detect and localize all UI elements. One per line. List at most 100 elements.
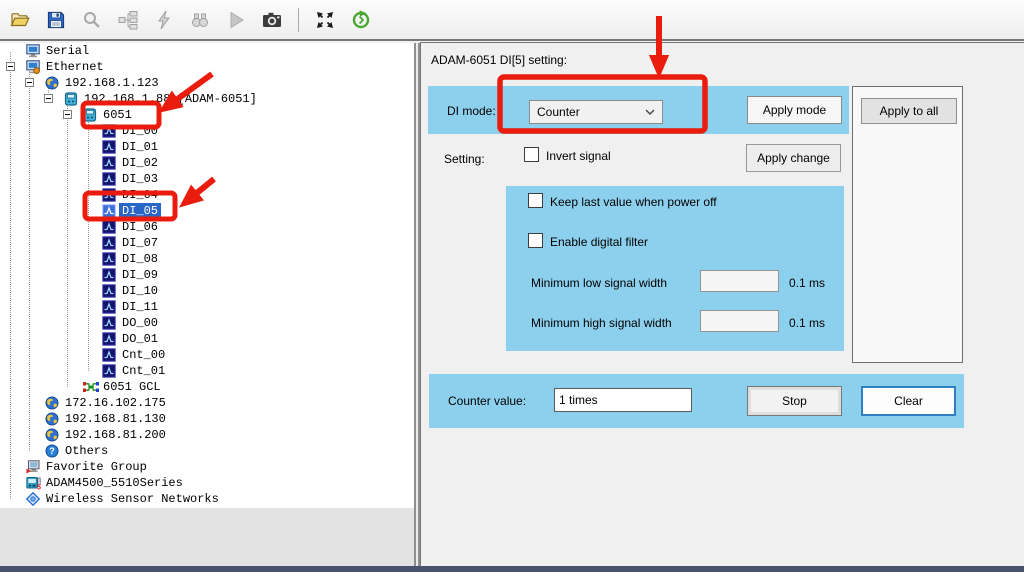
min-low-width-input[interactable]	[700, 270, 779, 292]
tree-item-di-00[interactable]: DI_00	[0, 123, 414, 139]
setting-label: Setting:	[444, 152, 485, 166]
signal-icon	[102, 268, 118, 282]
tree-item-label: DI_07	[119, 235, 161, 251]
apply-change-button[interactable]: Apply change	[746, 144, 841, 172]
tree-item-172-16-102-175[interactable]: 172.16.102.175	[0, 395, 414, 411]
apply-mode-button[interactable]: Apply mode	[747, 96, 842, 124]
tree-item-di-02[interactable]: DI_02	[0, 155, 414, 171]
tree-item-di-05[interactable]: DI_05	[0, 203, 414, 219]
tree-item-favorite-group[interactable]: Favorite Group	[0, 459, 414, 475]
tree-item-label: Cnt_01	[119, 363, 168, 379]
tree-item-label: 6051 GCL	[100, 379, 164, 395]
tree-item-label: DO_00	[119, 315, 161, 331]
tree-item-di-11[interactable]: DI_11	[0, 299, 414, 315]
di-mode-dropdown[interactable]: Counter	[529, 100, 663, 124]
tree-item-cnt-00[interactable]: Cnt_00	[0, 347, 414, 363]
tree-item-others[interactable]: ? Others	[0, 443, 414, 459]
tree-item-label: DI_11	[119, 299, 161, 315]
tree-item-label: 192.168.1.88-[ADAM-6051]	[81, 91, 260, 107]
tree-item-label: DI_09	[119, 267, 161, 283]
tree-item-di-04[interactable]: DI_04	[0, 187, 414, 203]
tree-item-label: 6051	[100, 107, 135, 123]
tree-item-6051-gcl[interactable]: 6051 GCL	[0, 379, 414, 395]
adam-utility-window: SerialEthernet192.168.1.123192.168.1.88-…	[0, 0, 1024, 572]
counter-value-label: Counter value:	[448, 394, 526, 408]
tree-item-label: DI_06	[119, 219, 161, 235]
snapshot-icon[interactable]	[261, 9, 283, 31]
tree-expander-minus-icon[interactable]	[25, 78, 34, 87]
tree-item-adam4500-5510series[interactable]: 5ADAM4500_5510Series	[0, 475, 414, 491]
settings-panel: ADAM-6051 DI[5] setting: DI mode: Counte…	[420, 42, 1024, 567]
tree-item-label: 192.168.1.123	[62, 75, 162, 91]
save-icon[interactable]	[45, 9, 67, 31]
tree-item-wireless-sensor-networks[interactable]: Wireless Sensor Networks	[0, 491, 414, 507]
svg-text:5: 5	[37, 485, 41, 490]
tree-item-di-07[interactable]: DI_07	[0, 235, 414, 251]
panel-title: ADAM-6051 DI[5] setting:	[431, 53, 567, 67]
tree-item-label: Ethernet	[43, 59, 107, 75]
device-tree-panel: SerialEthernet192.168.1.123192.168.1.88-…	[0, 43, 414, 566]
clear-button[interactable]: Clear	[861, 386, 956, 416]
tree-item-cnt-01[interactable]: Cnt_01	[0, 363, 414, 379]
tree-item-label: Others	[62, 443, 111, 459]
tree-item-label: Favorite Group	[43, 459, 150, 475]
tree-item-label: 172.16.102.175	[62, 395, 169, 411]
tree-item-192-168-81-200[interactable]: 192.168.81.200	[0, 427, 414, 443]
tree-item-label: DI_04	[119, 187, 161, 203]
globe-icon	[45, 396, 61, 410]
tree-item-label: Cnt_00	[119, 347, 168, 363]
di-mode-label: DI mode:	[447, 104, 496, 118]
tree-item-di-03[interactable]: DI_03	[0, 171, 414, 187]
tree-item-label: 192.168.81.200	[62, 427, 169, 443]
refresh-icon[interactable]	[350, 9, 372, 31]
keep-last-value-checkbox[interactable]	[528, 193, 543, 208]
tree-item-di-01[interactable]: DI_01	[0, 139, 414, 155]
ethernet-icon	[26, 60, 42, 74]
tree-expander-minus-icon[interactable]	[6, 62, 15, 71]
tree-item-di-08[interactable]: DI_08	[0, 251, 414, 267]
tree-item-192-168-1-123[interactable]: 192.168.1.123	[0, 75, 414, 91]
tree-item-serial[interactable]: Serial	[0, 43, 414, 59]
fullscreen-icon[interactable]	[314, 9, 336, 31]
tree-item-192-168-1-88-adam-6051-[interactable]: 192.168.1.88-[ADAM-6051]	[0, 91, 414, 107]
stop-button[interactable]: Stop	[747, 386, 842, 416]
enable-digital-filter-label: Enable digital filter	[550, 235, 648, 249]
module-icon	[83, 108, 99, 122]
tree-item-6051[interactable]: 6051	[0, 107, 414, 123]
open-icon[interactable]	[9, 9, 31, 31]
counter-value-input[interactable]	[554, 388, 692, 412]
signal-icon	[102, 252, 118, 266]
module-icon	[64, 92, 80, 106]
signal-icon	[102, 188, 118, 202]
tree-item-label: 192.168.81.130	[62, 411, 169, 427]
min-high-width-input[interactable]	[700, 310, 779, 332]
group-config-icon	[117, 9, 139, 31]
invert-signal-checkbox[interactable]	[524, 147, 539, 162]
tree-item-label: DI_05	[119, 203, 161, 219]
tree-item-ethernet[interactable]: Ethernet	[0, 59, 414, 75]
tree-item-192-168-81-130[interactable]: 192.168.81.130	[0, 411, 414, 427]
tree-item-label: DI_01	[119, 139, 161, 155]
apply-all-box	[852, 86, 963, 363]
device-tree[interactable]: SerialEthernet192.168.1.123192.168.1.88-…	[0, 43, 414, 508]
monitor-icon	[189, 9, 211, 31]
tree-expander-minus-icon[interactable]	[44, 94, 53, 103]
tree-item-label: DI_03	[119, 171, 161, 187]
globe-icon	[45, 76, 61, 90]
enable-digital-filter-checkbox[interactable]	[528, 233, 543, 248]
signal-icon	[102, 140, 118, 154]
wireless-icon	[26, 492, 42, 506]
tree-item-do-00[interactable]: DO_00	[0, 315, 414, 331]
tree-item-di-06[interactable]: DI_06	[0, 219, 414, 235]
tree-expander-minus-icon[interactable]	[63, 110, 72, 119]
tree-item-di-09[interactable]: DI_09	[0, 267, 414, 283]
min-low-width-label: Minimum low signal width	[531, 276, 667, 290]
apply-to-all-button[interactable]: Apply to all	[861, 98, 957, 124]
tree-item-do-01[interactable]: DO_01	[0, 331, 414, 347]
main-toolbar	[0, 0, 1024, 41]
svg-text:?: ?	[49, 446, 55, 456]
globe-icon	[45, 412, 61, 426]
tree-item-label: DI_00	[119, 123, 161, 139]
tree-item-di-10[interactable]: DI_10	[0, 283, 414, 299]
keep-last-value-label: Keep last value when power off	[550, 195, 717, 209]
